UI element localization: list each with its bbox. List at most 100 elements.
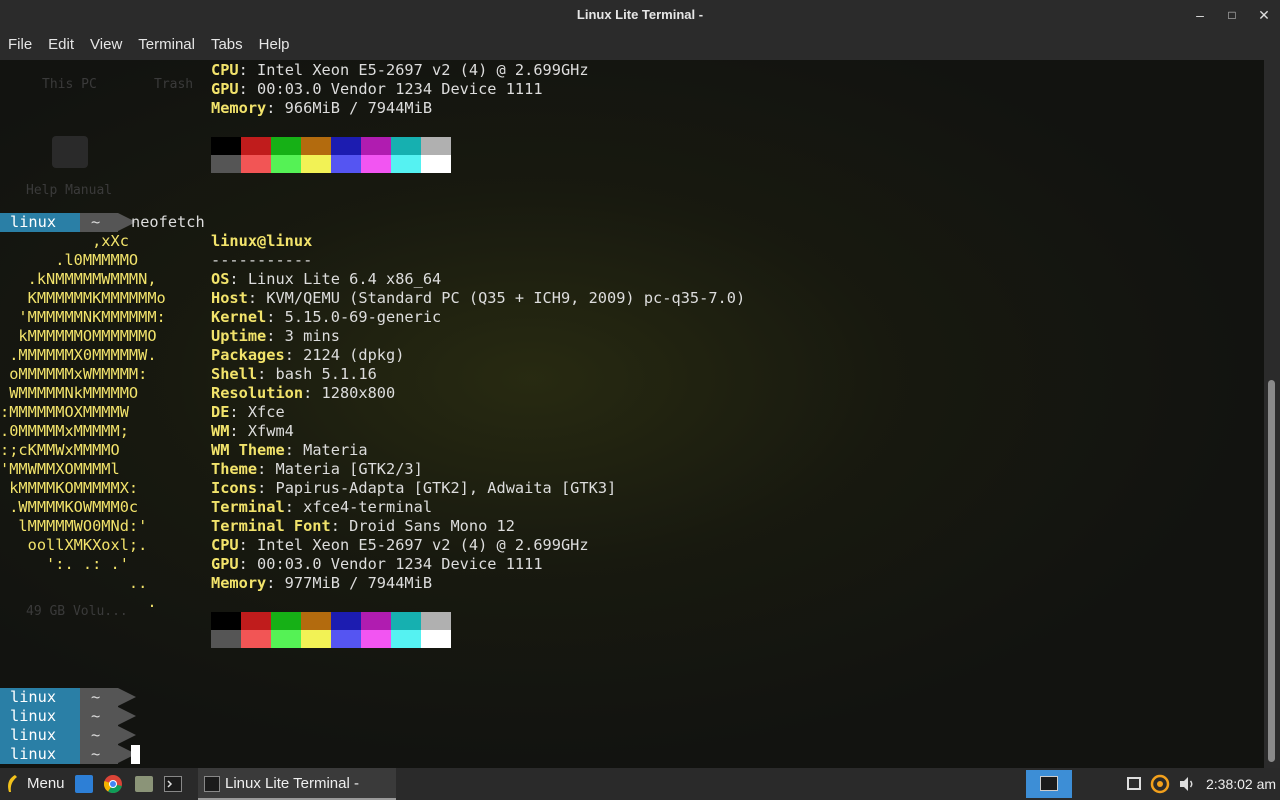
info-label: Packages — [211, 346, 285, 364]
maximize-button[interactable]: □ — [1216, 0, 1248, 30]
info-label: Icons — [211, 479, 258, 497]
prompt-user-text: linux — [10, 707, 57, 725]
color-swatch — [211, 155, 241, 173]
color-swatch — [301, 155, 331, 173]
update-indicator-icon[interactable] — [1150, 774, 1170, 794]
info-line: Packages: 2124 (dpkg) — [211, 346, 404, 365]
menu-help[interactable]: Help — [251, 30, 298, 60]
menu-file[interactable]: File — [0, 30, 40, 60]
info-label: Kernel — [211, 308, 267, 326]
menu-bar: File Edit View Terminal Tabs Help — [0, 30, 1280, 60]
terminal-view[interactable]: This PC Trash Help Manual 49 GB Volu... … — [0, 60, 1264, 768]
disk-icon[interactable] — [135, 776, 153, 792]
info-line: WM Theme: Materia — [211, 441, 368, 460]
info-value: : 2124 (dpkg) — [284, 346, 405, 364]
menu-button[interactable]: Menu — [27, 768, 65, 800]
info-label: Terminal — [211, 498, 285, 516]
clock[interactable]: 2:38:02 am — [1206, 768, 1276, 800]
info-label: Memory — [211, 574, 267, 592]
info-line: OS: Linux Lite 6.4 x86_64 — [211, 270, 441, 289]
logo-line: 'MMWMMXOMMMMl — [0, 460, 120, 478]
desktop-label-trash: Trash — [154, 77, 194, 92]
info-line: Resolution: 1280x800 — [211, 384, 395, 403]
logo-line: ,xXc — [0, 232, 129, 250]
scrollbar-thumb[interactable] — [1268, 380, 1275, 762]
logo-line: .0MMMMMxMMMMM; — [0, 422, 129, 440]
menu-edit[interactable]: Edit — [40, 30, 82, 60]
notification-icon[interactable] — [1127, 777, 1141, 790]
logo-line: . — [0, 593, 157, 611]
color-swatch — [391, 137, 421, 155]
color-swatch — [391, 612, 421, 630]
color-swatch — [211, 630, 241, 648]
color-swatch — [421, 630, 451, 648]
userhost: linux@linux — [211, 232, 313, 250]
info-value: : 5.15.0-69-generic — [266, 308, 442, 326]
color-swatch — [211, 137, 241, 155]
info-line: Shell: bash 5.1.16 — [211, 365, 377, 384]
logo-line: KMMMMMMKMMMMMMo — [0, 289, 166, 307]
info-value: : Linux Lite 6.4 x86_64 — [229, 270, 442, 288]
workspace-terminal-icon — [1040, 776, 1058, 791]
menu-terminal[interactable]: Terminal — [130, 30, 203, 60]
info-line: GPU: 00:03.0 Vendor 1234 Device 1111 — [211, 555, 543, 574]
separator: ----------- — [211, 251, 313, 269]
color-swatch — [361, 630, 391, 648]
info-line: Kernel: 5.15.0-69-generic — [211, 308, 441, 327]
info-label: Shell — [211, 365, 258, 383]
menu-view[interactable]: View — [82, 30, 130, 60]
info-line: Memory: 977MiB / 7944MiB — [211, 574, 432, 593]
title-bar: Linux Lite Terminal - – □ ✕ — [0, 0, 1280, 30]
desktop-label-this-pc: This PC — [42, 77, 97, 92]
logo-line: oollXMKXoxl;. — [0, 536, 148, 554]
logo-line: kMMMMMMOMMMMMMO — [0, 327, 157, 345]
prompt-dir-text: ~ — [91, 707, 101, 725]
file-manager-icon[interactable] — [75, 775, 93, 793]
logo-line: .l0MMMMMO — [0, 251, 139, 269]
workspace-switcher[interactable] — [1026, 770, 1072, 798]
color-swatch — [271, 612, 301, 630]
prompt-user-text: linux — [10, 688, 57, 706]
info-label: GPU — [211, 555, 239, 573]
terminal-scrollbar[interactable] — [1264, 60, 1280, 768]
logo-line: .. — [0, 574, 148, 592]
color-swatch — [331, 155, 361, 173]
prompt-user-text: linux — [10, 745, 57, 763]
minimize-button[interactable]: – — [1184, 0, 1216, 30]
color-swatch — [301, 137, 331, 155]
info-line: Uptime: 3 mins — [211, 327, 340, 346]
prompt-dir-text: ~ — [91, 745, 101, 763]
info-value: : Papirus-Adapta [GTK2], Adwaita [GTK3] — [257, 479, 617, 497]
info-line: DE: Xfce — [211, 403, 285, 422]
info-label: Theme — [211, 460, 258, 478]
info-value: : Droid Sans Mono 12 — [330, 517, 515, 535]
chrome-icon[interactable] — [103, 775, 122, 794]
logo-line: .WMMMMKOWMMM0c — [0, 498, 139, 516]
color-swatch — [241, 155, 271, 173]
info-label: Uptime — [211, 327, 267, 345]
info-value: : 00:03.0 Vendor 1234 Device 1111 — [238, 555, 543, 573]
info-line: Icons: Papirus-Adapta [GTK2], Adwaita [G… — [211, 479, 616, 498]
linux-lite-feather-icon[interactable] — [6, 775, 18, 793]
logo-line: lMMMMMWO0MNd:' — [0, 517, 148, 535]
color-swatch — [391, 155, 421, 173]
info-line: Host: KVM/QEMU (Standard PC (Q35 + ICH9,… — [211, 289, 745, 308]
window-title: Linux Lite Terminal - — [576, 7, 704, 22]
terminal-launcher-icon[interactable] — [164, 776, 182, 792]
logo-line: :;cKMMWxMMMMO — [0, 441, 120, 459]
info-label: Host — [211, 289, 248, 307]
volume-icon[interactable] — [1178, 776, 1196, 792]
prompt-arrow — [118, 707, 136, 725]
color-swatch — [271, 630, 301, 648]
color-swatch — [361, 137, 391, 155]
desktop-label-help-manual: Help Manual — [26, 183, 113, 198]
menu-tabs[interactable]: Tabs — [203, 30, 251, 60]
color-swatch — [391, 630, 421, 648]
command-text: neofetch — [131, 213, 205, 231]
info-value: : Xfwm4 — [229, 422, 294, 440]
info-line: WM: Xfwm4 — [211, 422, 294, 441]
logo-line: oMMMMMMxWMMMMM: — [0, 365, 148, 383]
info-value: : xfce4-terminal — [284, 498, 433, 516]
close-button[interactable]: ✕ — [1248, 0, 1280, 30]
logo-line: 'MMMMMMNKMMMMMM: — [0, 308, 166, 326]
